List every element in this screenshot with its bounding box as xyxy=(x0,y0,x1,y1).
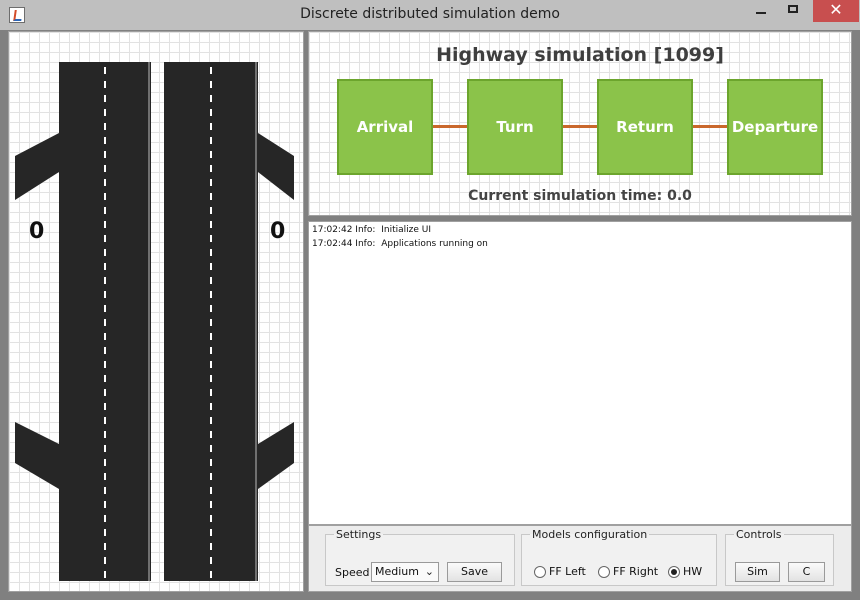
left-road-counter: 0 xyxy=(29,219,45,244)
arrival-turn-connector xyxy=(433,125,467,128)
log-time: 17:02:42 xyxy=(312,225,353,235)
simulation-diagram-panel: Highway simulation [1099] Arrival Turn R… xyxy=(308,31,852,216)
models-configuration-group: Models configuration FF Left FF Right HW xyxy=(521,528,717,586)
ff-right-radio[interactable] xyxy=(598,566,610,578)
close-button[interactable]: ✕ xyxy=(813,0,859,22)
log-level: Info: xyxy=(355,239,376,249)
controls-group-label: Controls xyxy=(736,528,782,541)
right-top-ramp xyxy=(258,133,294,200)
return-departure-connector xyxy=(693,125,727,128)
c-button[interactable]: C xyxy=(788,562,825,582)
simulation-title: Highway simulation [1099] xyxy=(436,44,724,66)
log-message: Applications running on xyxy=(381,239,488,249)
return-node[interactable]: Return xyxy=(597,79,693,175)
close-icon: ✕ xyxy=(829,0,843,19)
sim-button[interactable]: Sim xyxy=(735,562,780,582)
chevron-down-icon: ⌄ xyxy=(424,565,434,578)
right-road-counter: 0 xyxy=(270,219,286,244)
minimize-icon xyxy=(756,12,766,14)
speed-label: Speed xyxy=(335,566,370,579)
turn-return-connector xyxy=(563,125,597,128)
speed-select-value: Medium xyxy=(375,565,419,578)
current-simulation-time: Current simulation time: 0.0 xyxy=(468,188,692,204)
application-window: Discrete distributed simulation demo ✕ 0… xyxy=(0,0,860,600)
models-group-label: Models configuration xyxy=(532,528,648,541)
control-panel: Settings Speed Medium ⌄ Save Models conf… xyxy=(308,525,852,592)
highway-road-svg xyxy=(15,62,294,581)
hw-radio[interactable] xyxy=(668,566,680,578)
log-time: 17:02:44 xyxy=(312,239,353,249)
window-title: Discrete distributed simulation demo xyxy=(300,6,560,22)
ff-right-label[interactable]: FF Right xyxy=(613,565,658,578)
minimize-button[interactable] xyxy=(746,0,774,22)
speed-select[interactable]: Medium ⌄ xyxy=(371,562,439,582)
turn-node[interactable]: Turn xyxy=(467,79,563,175)
left-top-ramp xyxy=(15,133,59,200)
controls-group: Controls Sim C xyxy=(725,528,834,586)
maximize-button[interactable] xyxy=(776,0,810,22)
settings-group: Settings Speed Medium ⌄ Save xyxy=(325,528,515,586)
ff-left-label[interactable]: FF Left xyxy=(549,565,586,578)
log-line: 17:02:42 Info: Initialize UI xyxy=(312,225,431,235)
road-visualization-panel: 0 0 xyxy=(8,31,304,592)
log-level: Info: xyxy=(355,225,376,235)
log-output-panel[interactable]: 17:02:42 Info: Initialize UI 17:02:44 In… xyxy=(308,221,852,525)
hw-label[interactable]: HW xyxy=(683,565,702,578)
maximize-icon xyxy=(788,5,798,13)
settings-group-label: Settings xyxy=(336,528,382,541)
ff-left-radio[interactable] xyxy=(534,566,546,578)
log-line: 17:02:44 Info: Applications running on xyxy=(312,239,488,249)
left-bottom-ramp xyxy=(15,422,59,489)
title-bar: Discrete distributed simulation demo ✕ xyxy=(0,0,860,30)
arrival-node[interactable]: Arrival xyxy=(337,79,433,175)
save-button[interactable]: Save xyxy=(447,562,502,582)
right-bottom-ramp xyxy=(258,422,294,489)
log-message: Initialize UI xyxy=(381,225,432,235)
departure-node[interactable]: Departure xyxy=(727,79,823,175)
